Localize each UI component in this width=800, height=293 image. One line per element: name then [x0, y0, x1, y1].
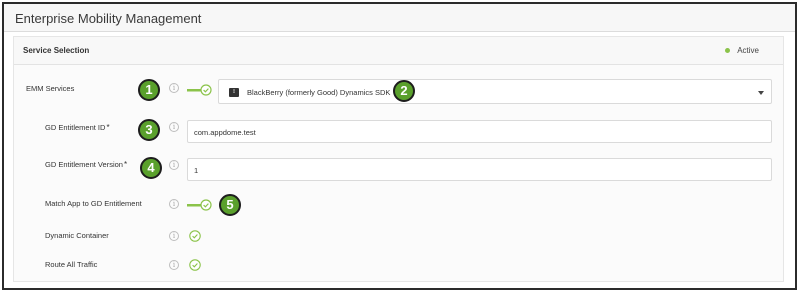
- chevron-down-icon: [758, 91, 764, 95]
- step-badge-4: 4: [140, 157, 162, 179]
- gd-entitlement-version-input[interactable]: 1: [187, 158, 772, 181]
- info-icon[interactable]: i: [169, 83, 179, 93]
- card-header: Service Selection Active: [14, 37, 783, 65]
- info-icon[interactable]: i: [169, 260, 179, 270]
- info-icon[interactable]: i: [169, 160, 179, 170]
- step-badge-1: 1: [138, 79, 160, 101]
- gd-entitlement-id-input[interactable]: com.appdome.test: [187, 120, 772, 143]
- match-app-toggle[interactable]: [187, 199, 213, 211]
- page-title: Enterprise Mobility Management: [4, 4, 795, 32]
- info-icon[interactable]: i: [169, 199, 179, 209]
- card-title: Service Selection: [23, 46, 90, 55]
- route-all-traffic-checkbox[interactable]: [189, 259, 201, 271]
- info-icon[interactable]: i: [169, 122, 179, 132]
- status-label: Active: [737, 46, 759, 55]
- match-app-label: Match App to GD Entitlement: [45, 199, 142, 208]
- dynamic-container-checkbox[interactable]: [189, 230, 201, 242]
- required-mark: *: [106, 123, 110, 132]
- service-selection-card: Service Selection Active EMM Services 1 …: [13, 36, 784, 282]
- emm-service-select[interactable]: ⁞⁞ BlackBerry (formerly Good) Dynamics S…: [218, 79, 772, 104]
- gd-entitlement-id-label: GD Entitlement ID*: [45, 123, 110, 132]
- required-mark: *: [123, 160, 128, 169]
- emm-services-toggle[interactable]: [187, 84, 213, 96]
- blackberry-logo-icon: ⁞⁞: [229, 88, 239, 97]
- emm-services-label: EMM Services: [26, 84, 75, 93]
- step-badge-5: 5: [219, 194, 241, 216]
- emm-service-selected-value: BlackBerry (formerly Good) Dynamics SDK: [247, 88, 391, 97]
- info-icon[interactable]: i: [169, 231, 179, 241]
- step-badge-3: 3: [138, 119, 160, 141]
- dynamic-container-label: Dynamic Container: [45, 231, 109, 240]
- route-all-traffic-label: Route All Traffic: [45, 260, 98, 269]
- gd-entitlement-id-text: GD Entitlement ID: [45, 123, 106, 132]
- step-badge-2: 2: [393, 80, 415, 102]
- gd-entitlement-version-text: GD Entitlement Version: [45, 160, 123, 169]
- status-indicator: Active: [725, 46, 759, 55]
- status-dot-icon: [725, 48, 731, 53]
- emm-panel: Enterprise Mobility Management Service S…: [2, 2, 797, 290]
- gd-entitlement-version-label: GD Entitlement Version*: [45, 160, 127, 169]
